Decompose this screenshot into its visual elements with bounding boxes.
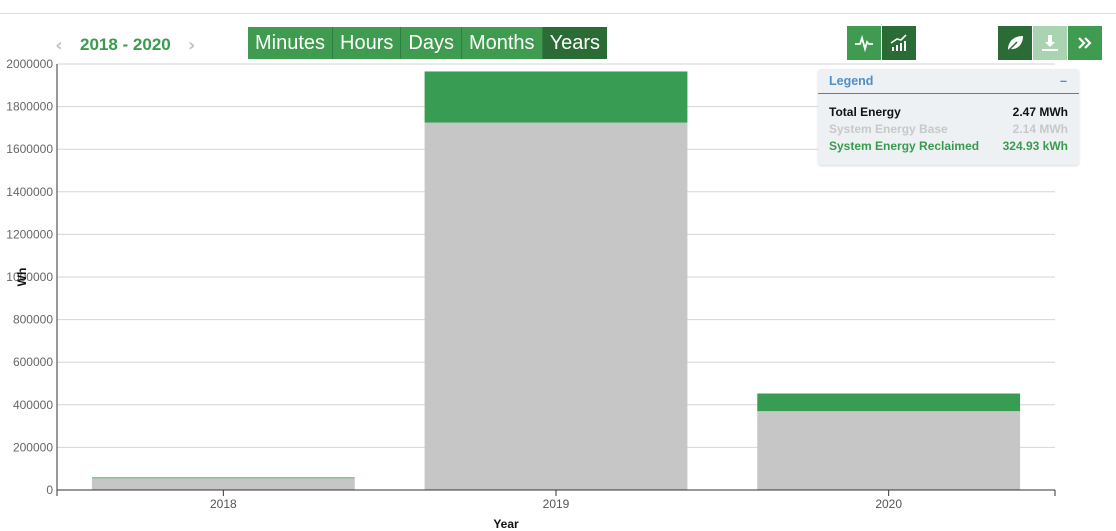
legend-row-system-energy-base[interactable]: System Energy Base 2.14 MWh	[829, 121, 1068, 138]
x-tick-label: 2020	[875, 497, 902, 511]
y-tick-label: 400000	[13, 398, 53, 412]
bar-system-energy-reclaimed	[424, 71, 688, 123]
double-chevron-right-icon[interactable]	[1068, 26, 1102, 60]
time-range-buttons: Minutes Hours Days Months Years	[248, 27, 607, 59]
range-days-button[interactable]: Days	[401, 27, 462, 59]
bar-system-energy-base	[91, 478, 355, 490]
legend-title: Legend	[829, 74, 874, 88]
bar-system-energy-base	[424, 122, 688, 490]
bar-system-energy-reclaimed	[757, 393, 1021, 412]
chart-type-toggle	[847, 26, 917, 60]
y-tick-label: 600000	[13, 355, 53, 369]
legend-label: Total Energy	[829, 105, 901, 119]
download-icon[interactable]	[1033, 26, 1067, 60]
range-minutes-button[interactable]: Minutes	[248, 27, 334, 59]
date-range-label: 2018 - 2020	[80, 35, 171, 54]
legend-row-system-energy-reclaimed[interactable]: System Energy Reclaimed 324.93 kWh	[829, 138, 1068, 155]
y-tick-label: 800000	[13, 313, 53, 327]
legend-value: 2.14 MWh	[1012, 122, 1068, 136]
x-tick-label: 2019	[543, 497, 570, 511]
chart-legend: Legend – Total Energy 2.47 MWh System En…	[818, 69, 1079, 165]
pulse-icon[interactable]	[847, 26, 881, 60]
legend-label: System Energy Reclaimed	[829, 139, 980, 153]
y-tick-label: 1400000	[6, 185, 53, 199]
y-tick-label: 200000	[13, 440, 53, 454]
chevron-right-icon[interactable]: ›	[181, 35, 203, 56]
y-tick-label: 1000000	[6, 270, 53, 284]
y-tick-label: 1200000	[6, 227, 53, 241]
legend-header: Legend –	[818, 69, 1079, 94]
action-buttons	[998, 26, 1103, 60]
range-months-button[interactable]: Months	[461, 27, 543, 59]
legend-collapse-button[interactable]: –	[1060, 69, 1067, 93]
y-tick-label: 1800000	[6, 100, 53, 114]
bar-system-energy-reclaimed	[91, 477, 355, 479]
legend-label: System Energy Base	[829, 122, 948, 136]
y-axis-title: Wh	[15, 268, 29, 287]
y-tick-label: 2000000	[6, 57, 53, 71]
x-axis-title: Year	[493, 517, 519, 531]
bar-system-energy-base	[757, 411, 1021, 490]
leaf-icon[interactable]	[998, 26, 1032, 60]
legend-value: 324.93 kWh	[1002, 139, 1068, 153]
bar-trend-icon[interactable]	[882, 26, 916, 60]
legend-value: 2.47 MWh	[1012, 105, 1068, 119]
range-years-button[interactable]: Years	[542, 27, 607, 59]
range-hours-button[interactable]: Hours	[333, 27, 402, 59]
y-tick-label: 1600000	[6, 142, 53, 156]
legend-row-total-energy: Total Energy 2.47 MWh	[829, 104, 1068, 121]
x-tick-label: 2018	[210, 497, 237, 511]
y-tick-label: 0	[46, 483, 53, 497]
chevron-left-icon[interactable]: ‹	[48, 35, 70, 56]
date-range-nav: ‹ 2018 - 2020 ›	[48, 31, 203, 59]
